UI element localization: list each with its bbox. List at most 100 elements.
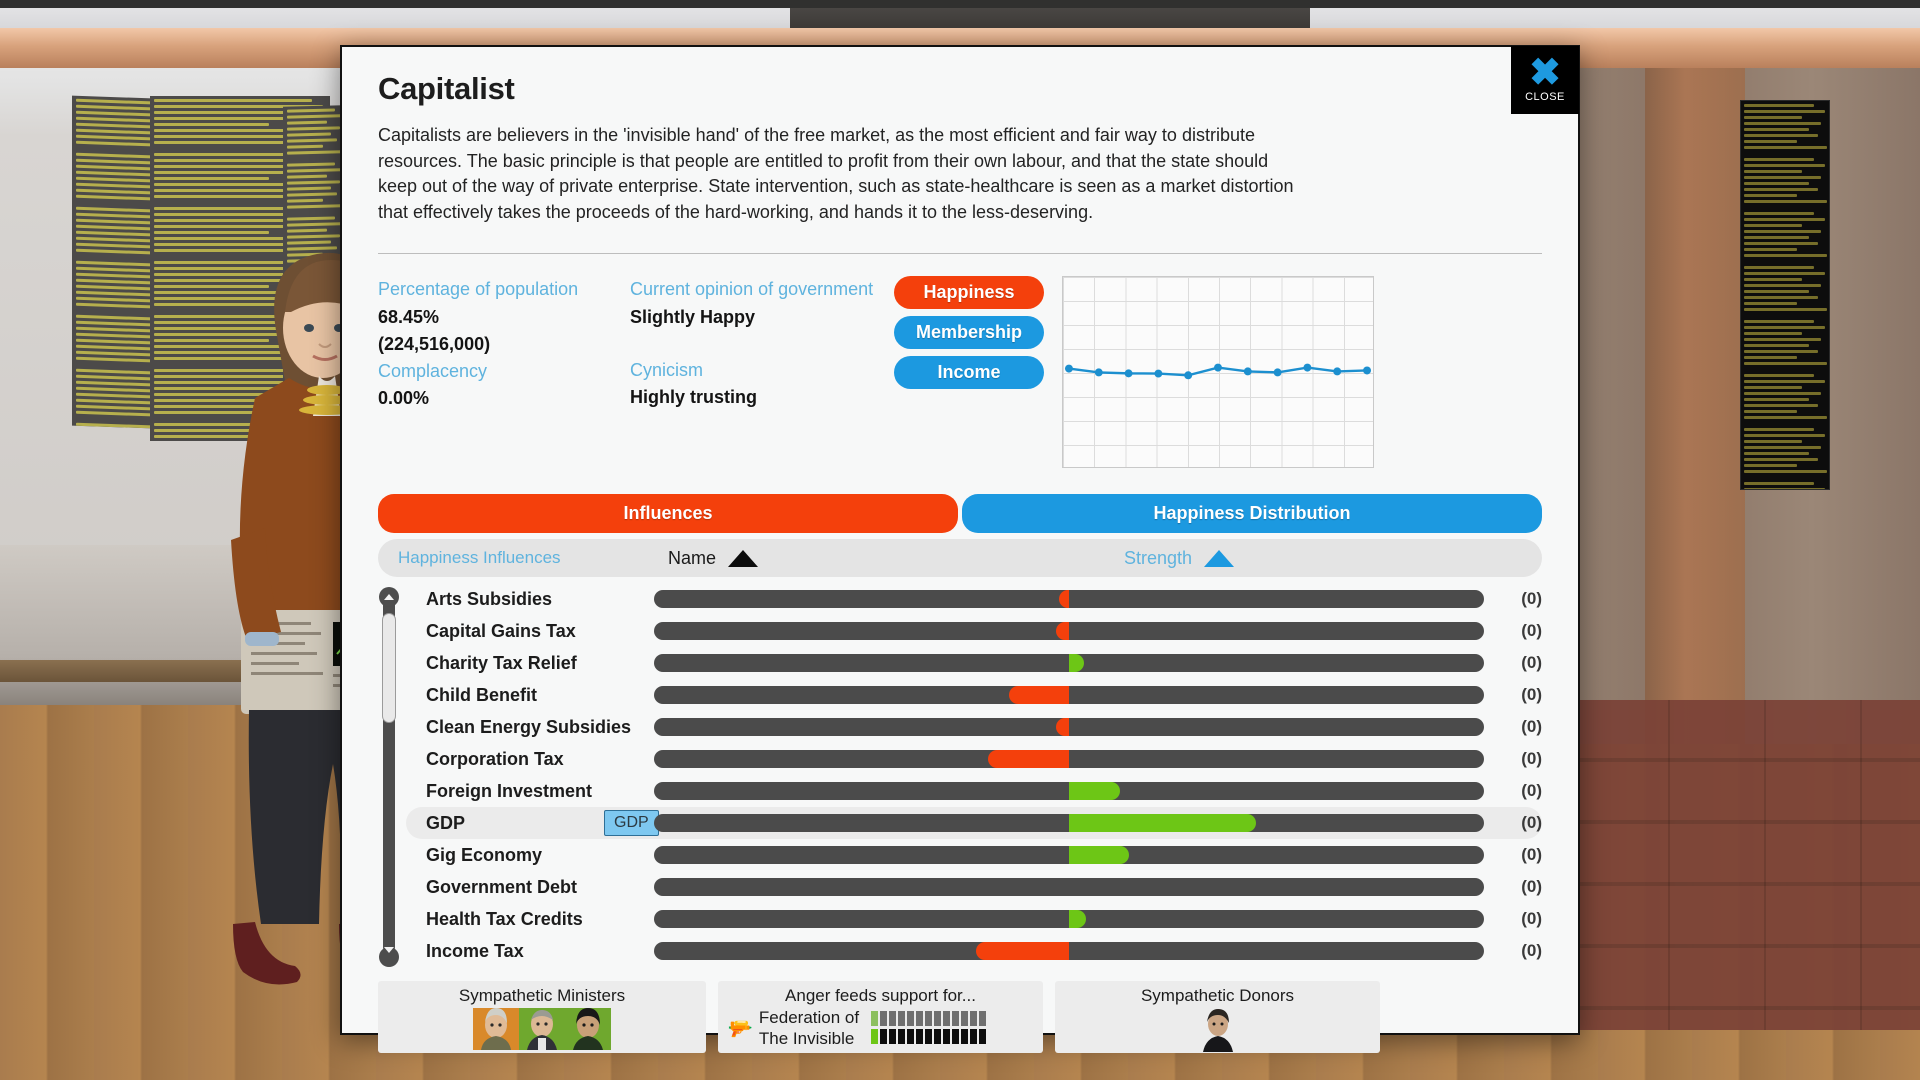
strength-bar-cell: [654, 846, 1490, 865]
page-title: Capitalist: [378, 71, 515, 106]
faction-dialog: ✖ CLOSE Capitalist Capitalists are belie…: [340, 45, 1580, 1054]
strength-bar-fill: [1069, 654, 1084, 673]
strength-bar-cell: [654, 782, 1490, 801]
anger-bar-segment: [889, 1028, 897, 1044]
strength-bar-track: [654, 718, 1484, 737]
sort-by-name[interactable]: Name: [668, 548, 928, 569]
chevron-down-icon: [384, 947, 394, 954]
influence-name: Clean Energy Subsidies: [426, 716, 632, 737]
strength-bar-cell: [654, 590, 1490, 609]
stats-column-right: Current opinion of government Slightly H…: [630, 276, 882, 411]
strength-bar-track: [654, 846, 1484, 865]
table-row[interactable]: Arts Subsidies (0): [406, 583, 1542, 615]
strength-bar-track: [654, 686, 1484, 705]
sympathetic-donors-panel[interactable]: Sympathetic Donors: [1055, 981, 1380, 1054]
anger-bar-segment: [925, 1028, 933, 1044]
avatar[interactable]: [519, 1008, 565, 1051]
anger-strength-bars: [871, 1010, 987, 1047]
table-row[interactable]: Capital Gains Tax (0): [406, 615, 1542, 647]
table-row[interactable]: Child Benefit (0): [406, 679, 1542, 711]
tab-happiness-distribution[interactable]: Happiness Distribution: [962, 494, 1542, 534]
anger-bar-row: [871, 1010, 987, 1026]
anger-bar-segment: [871, 1028, 879, 1044]
table-row[interactable]: Corporation Tax (0): [406, 743, 1542, 775]
complacency-label: Complacency: [378, 360, 488, 381]
anger-bar-segment: [907, 1010, 915, 1026]
sort-by-strength[interactable]: Strength: [1124, 547, 1235, 569]
anger-bar-segment: [925, 1010, 933, 1026]
membership-graph-button[interactable]: Membership: [894, 316, 1044, 350]
anger-support-panel[interactable]: Anger feeds support for... 🔫 Federation …: [718, 981, 1043, 1054]
anger-bar-segment: [979, 1010, 987, 1026]
tab-influences[interactable]: Influences: [378, 494, 958, 534]
strength-bar-cell: [654, 718, 1490, 737]
strength-bar-fill: [976, 942, 1069, 961]
influence-name: Foreign Investment: [426, 780, 593, 801]
anger-bar-segment: [934, 1010, 942, 1026]
scrollbar-thumb[interactable]: [382, 613, 396, 724]
strength-bar-cell: [654, 814, 1490, 833]
strength-bar-track: [654, 782, 1484, 801]
sympathetic-ministers-title: Sympathetic Ministers: [458, 986, 626, 1006]
table-row[interactable]: Charity Tax Relief (0): [406, 647, 1542, 679]
strength-bar-fill: [1055, 622, 1069, 641]
list-title: Happiness Influences: [398, 548, 561, 568]
table-row[interactable]: GDP GDP (0): [406, 807, 1542, 840]
influence-count: (0): [1521, 909, 1542, 929]
anger-bar-segment: [961, 1010, 969, 1026]
stats-column-left: Percentage of population 68.45% (224,516…: [378, 276, 630, 412]
income-graph-button[interactable]: Income: [894, 356, 1044, 390]
opinion-value: Slightly Happy: [630, 306, 756, 327]
strength-bar-fill: [1069, 814, 1256, 833]
anger-bar-segment: [952, 1010, 960, 1026]
avatar[interactable]: [1196, 1008, 1239, 1053]
influence-count: (0): [1521, 781, 1542, 801]
table-row[interactable]: Government Debt (0): [406, 871, 1542, 903]
anger-bar-segment: [952, 1028, 960, 1044]
strength-bar-cell: [654, 878, 1490, 897]
anger-bar-segment: [970, 1010, 978, 1026]
bottom-panels: Sympathetic Ministers Anger feeds suppor…: [378, 981, 1542, 1067]
opinion-label: Current opinion of government: [630, 279, 874, 300]
influence-count: (0): [1521, 813, 1542, 833]
influence-name: Arts Subsidies: [426, 588, 553, 609]
influence-name: Income Tax: [426, 940, 524, 961]
population-percentage-value: 68.45%: [378, 306, 440, 327]
faction-description: Capitalists are believers in the 'invisi…: [378, 125, 1294, 222]
anger-bar-segment: [979, 1028, 987, 1044]
top-band: [0, 0, 1920, 8]
close-x-icon: ✖: [1529, 51, 1561, 94]
history-chart[interactable]: [1062, 276, 1374, 469]
table-row[interactable]: Income Tax (0): [406, 935, 1542, 967]
list-scrollbar[interactable]: [378, 583, 400, 968]
table-row[interactable]: Health Tax Credits (0): [406, 903, 1542, 935]
sort-strength-label: Strength: [1124, 547, 1193, 568]
table-row[interactable]: Gig Economy (0): [406, 839, 1542, 871]
sympathetic-ministers-panel[interactable]: Sympathetic Ministers: [378, 981, 706, 1054]
influences-list: Arts Subsidies (0) Capital Gains Tax (0) Cha…: [406, 583, 1542, 967]
table-row[interactable]: Foreign Investment (0): [406, 775, 1542, 807]
strength-bar-track: [654, 622, 1484, 641]
strength-bar-track: [654, 590, 1484, 609]
scroll-down-button[interactable]: [379, 947, 399, 968]
avatar[interactable]: [565, 1008, 611, 1051]
chevron-up-icon: [384, 594, 394, 601]
influence-name: Child Benefit: [426, 684, 537, 705]
influence-count: (0): [1521, 845, 1542, 865]
strength-bar-fill: [1009, 686, 1069, 705]
scroll-up-button[interactable]: [379, 587, 399, 608]
cynicism-value: Highly trusting: [630, 386, 757, 407]
pillar: [1645, 44, 1745, 744]
influence-name: Capital Gains Tax: [426, 620, 576, 641]
avatar[interactable]: [473, 1008, 519, 1051]
background-code-screen-right: [1740, 100, 1830, 490]
anger-bar-segment: [880, 1010, 888, 1026]
strength-bar-track: [654, 942, 1484, 961]
close-button[interactable]: ✖ CLOSE: [1511, 46, 1579, 114]
triangle-up-icon: [1204, 549, 1235, 567]
happiness-graph-button[interactable]: Happiness: [894, 276, 1044, 310]
table-row[interactable]: Clean Energy Subsidies (0): [406, 711, 1542, 743]
anger-bar-segment: [907, 1028, 915, 1044]
sort-bar: Happiness Influences Name Strength: [378, 539, 1542, 578]
influence-count: (0): [1521, 589, 1542, 609]
